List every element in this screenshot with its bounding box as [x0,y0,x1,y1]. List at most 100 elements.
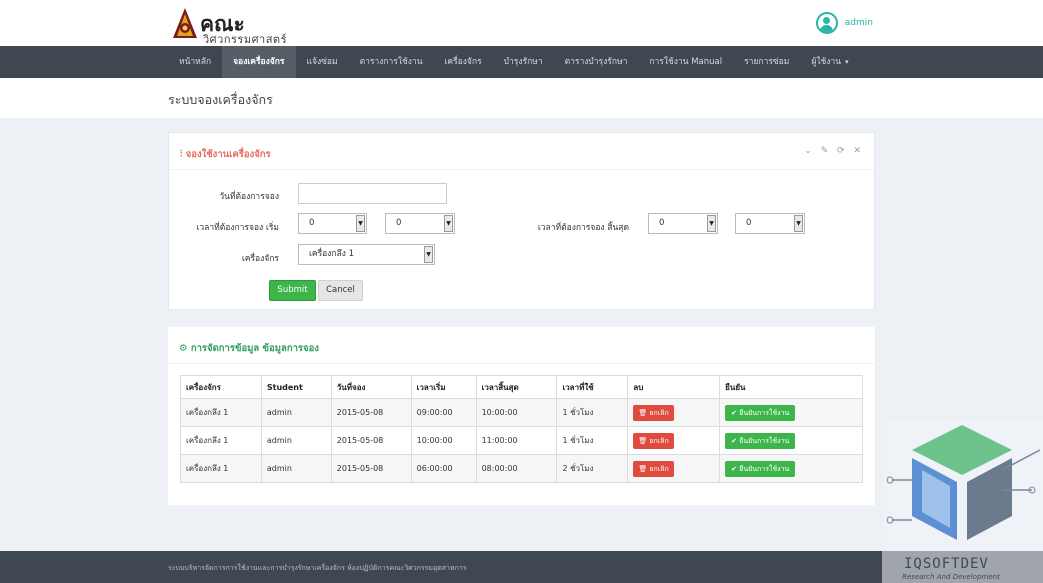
gears-icon: ⚙ [179,343,188,354]
machine-value: เครื่องกลึง 1 [309,249,355,259]
col-confirm: ยืนยัน [719,375,863,399]
confirm-button[interactable]: ✔ ยืนยันการใช้งาน [725,404,796,421]
booking-form-title-text: จองใช้งานเครื่องจักร [185,149,271,160]
cell-confirm: ✔ ยืนยันการใช้งาน [719,398,863,427]
cell-date: 2015-05-08 [330,426,412,455]
booking-form-panel: ⫶ จองใช้งานเครื่องจักร ⌄ ✎ ⟳ ✕ วันที่ต้อ… [168,132,875,310]
nav-home[interactable]: หน้าหลัก [168,46,222,78]
cube-logo-icon [886,425,1041,540]
username: admin [844,18,873,28]
dropdown-arrow-icon: ▼ [707,215,716,232]
cell-date: 2015-05-08 [330,454,412,483]
delete-button[interactable]: 🗑 ยกเลิก [633,460,674,477]
confirm-label: ยืนยันการใช้งาน [739,464,790,473]
nav-book-machine[interactable]: จองเครื่องจักร [222,46,296,78]
cell-student: admin [260,454,332,483]
delete-label: ยกเลิก [649,464,669,473]
cell-start: 09:00:00 [410,398,477,427]
start-hour-select[interactable]: 0 ▼ [298,213,367,234]
emblem-icon [173,8,197,38]
check-icon: ✔ [731,408,738,417]
delete-button[interactable]: 🗑 ยกเลิก [633,404,674,421]
nav-maintenance[interactable]: บำรุงรักษา [493,46,554,78]
table-row: เครื่องกลึง 1 admin 2015-05-08 09:00:00 … [180,398,863,427]
dropdown-arrow-icon: ▼ [444,215,453,232]
cancel-button[interactable]: Cancel [318,280,363,301]
dropdown-arrow-icon: ▼ [424,246,433,263]
faculty-logo[interactable]: คณะ วิศวกรรมศาสตร์ [170,6,300,46]
cell-machine: เครื่องกลึง 1 [180,454,262,483]
nav-manual[interactable]: การใช้งาน Manual [638,46,733,78]
booking-table-panel: ⚙ การจัดการข้อมูล ข้อมูลการจอง เครื่องจั… [168,327,875,505]
delete-label: ยกเลิก [649,408,669,417]
check-icon: ✔ [731,436,738,445]
booking-form-title: ⫶ จองใช้งานเครื่องจักร [180,147,271,162]
booking-form-header: ⫶ จองใช้งานเครื่องจักร ⌄ ✎ ⟳ ✕ [169,133,874,170]
panel-tools[interactable]: ⌄ ✎ ⟳ ✕ [804,146,864,156]
nav-report-repair[interactable]: แจ้งซ่อม [296,46,349,78]
cell-start: 10:00:00 [410,426,477,455]
end-hour-value: 0 [659,218,665,228]
machine-select[interactable]: เครื่องกลึง 1 ▼ [298,244,435,265]
cell-start: 06:00:00 [410,454,477,483]
user-avatar-icon [815,12,838,34]
trash-icon: 🗑 [638,408,648,417]
confirm-label: ยืนยันการใช้งาน [739,436,790,445]
cell-confirm: ✔ ยืนยันการใช้งาน [719,426,863,455]
end-time-label: เวลาที่ต้องการจอง สิ้นสุด [537,223,629,233]
table-row: เครื่องกลึง 1 admin 2015-05-08 06:00:00 … [180,454,863,483]
cell-delete: 🗑 ยกเลิก [627,426,721,455]
cell-date: 2015-05-08 [330,398,412,427]
col-date: วันที่จอง [330,375,412,399]
confirm-button[interactable]: ✔ ยืนยันการใช้งาน [725,432,796,449]
booking-date-input[interactable] [298,183,447,204]
trash-icon: 🗑 [638,464,648,473]
col-machine: เครื่องจักร [180,375,262,399]
nav-menu: หน้าหลัก จองเครื่องจักร แจ้งซ่อม ตารางกา… [168,46,860,78]
cell-delete: 🗑 ยกเลิก [627,454,721,483]
nav-usage-schedule[interactable]: ตารางการใช้งาน [349,46,434,78]
start-minute-select[interactable]: 0 ▼ [385,213,455,234]
cell-duration: 1 ชั่วโมง [556,426,629,455]
cell-duration: 1 ชั่วโมง [556,398,629,427]
date-label: วันที่ต้องการจอง [219,192,279,202]
nav-repair-list[interactable]: รายการซ่อม [733,46,800,78]
col-duration: เวลาที่ใช้ [556,375,629,399]
delete-button[interactable]: 🗑 ยกเลิก [633,432,674,449]
col-end: เวลาสิ้นสุด [475,375,558,399]
end-minute-select[interactable]: 0 ▼ [735,213,805,234]
start-hour-value: 0 [309,218,315,228]
title-bar: ระบบจองเครื่องจักร [0,78,1043,118]
cell-end: 10:00:00 [475,398,558,427]
user-menu[interactable]: admin [815,12,873,34]
table-header-row: เครื่องจักร Student วันที่จอง เวลาเริ่ม … [180,375,863,399]
dropdown-arrow-icon: ▼ [794,215,803,232]
end-hour-select[interactable]: 0 ▼ [648,213,718,234]
col-delete: ลบ [627,375,721,399]
submit-button[interactable]: Submit [269,280,316,301]
cell-machine: เครื่องกลึง 1 [180,426,262,455]
nav-users[interactable]: ผู้ใช้งาน ▾ [800,46,859,78]
cell-student: admin [260,398,332,427]
watermark-logo: IQSOFTDEV Research And Development [882,420,1043,583]
cell-end: 11:00:00 [475,426,558,455]
main-navbar: หน้าหลัก จองเครื่องจักร แจ้งซ่อม ตารางกา… [0,46,1043,78]
footer-text: ระบบบริหารจัดการการใช้งานและการบำรุงรักษ… [168,564,467,572]
end-minute-value: 0 [746,218,752,228]
page-title: ระบบจองเครื่องจักร [168,92,273,107]
booking-table-title: ⚙ การจัดการข้อมูล ข้อมูลการจอง [179,341,319,356]
cell-end: 08:00:00 [475,454,558,483]
trash-icon: 🗑 [638,436,648,445]
start-time-label: เวลาที่ต้องการจอง เริ่ม [196,223,279,233]
cell-duration: 2 ชั่วโมง [556,454,629,483]
confirm-label: ยืนยันการใช้งาน [739,408,790,417]
cell-machine: เครื่องกลึง 1 [180,398,262,427]
nav-maintenance-schedule[interactable]: ตารางบำรุงรักษา [554,46,639,78]
cell-confirm: ✔ ยืนยันการใช้งาน [719,454,863,483]
cell-delete: 🗑 ยกเลิก [627,398,721,427]
nav-machines[interactable]: เครื่องจักร [434,46,493,78]
confirm-button[interactable]: ✔ ยืนยันการใช้งาน [725,460,796,477]
table-row: เครื่องกลึง 1 admin 2015-05-08 10:00:00 … [180,426,863,455]
booking-table-header: ⚙ การจัดการข้อมูล ข้อมูลการจอง [168,327,875,364]
chevron-down-icon: ▾ [845,58,849,66]
